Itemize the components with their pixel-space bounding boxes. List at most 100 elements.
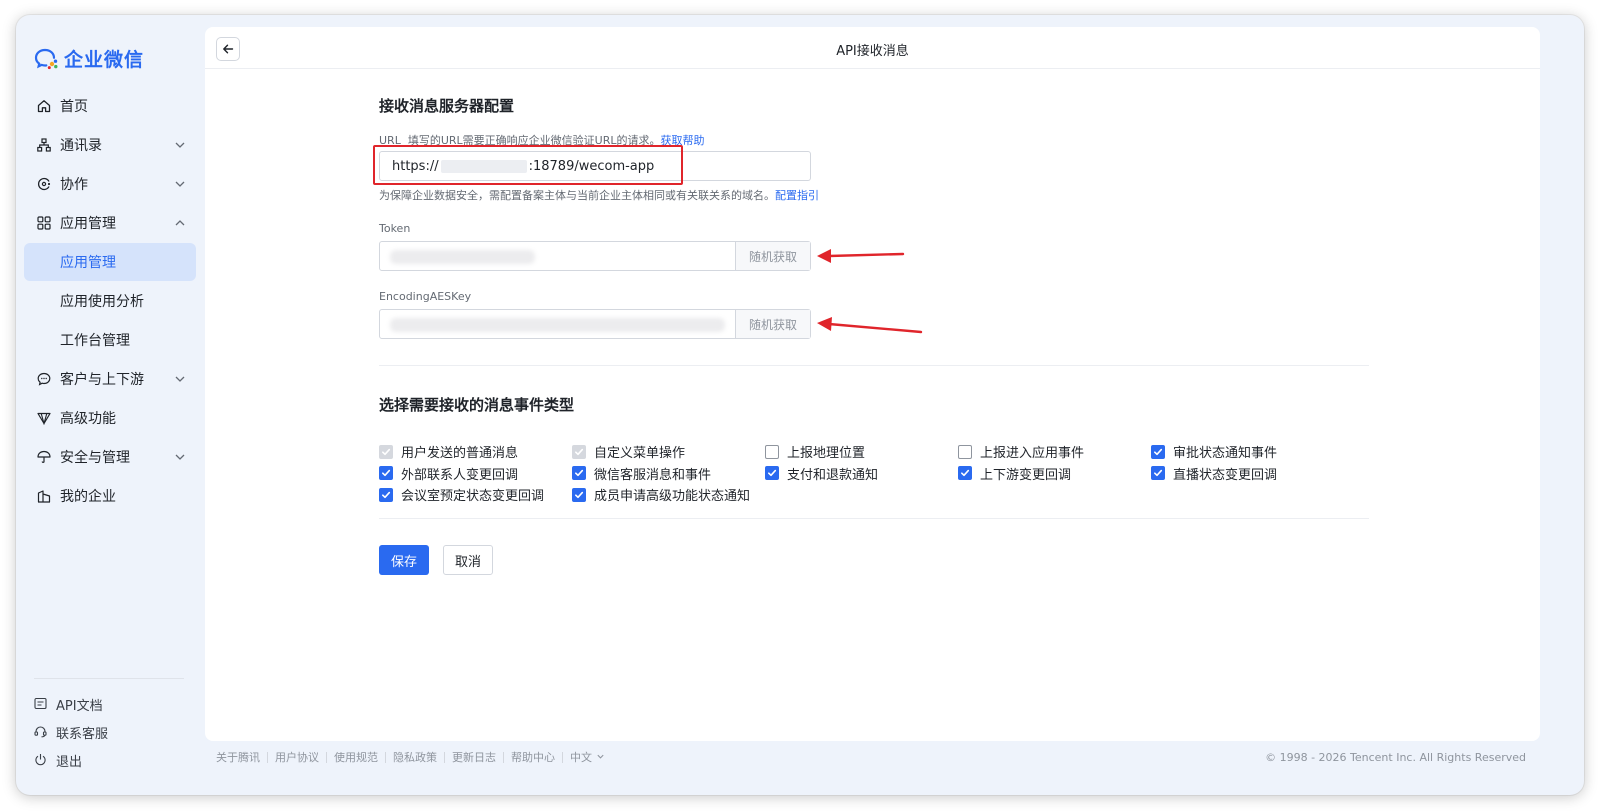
chevron-down-icon (175, 454, 185, 460)
collab-icon (36, 176, 52, 192)
event-checkbox[interactable]: 上下游变更回调 (958, 464, 1071, 483)
url-hint: 为保障企业数据安全，需配置备案主体与当前企业主体相同或有关联关系的域名。配置指引 (379, 187, 819, 203)
brand-logo[interactable]: 企业微信 (34, 45, 144, 72)
event-checkbox-label: 成员申请高级功能状态通知 (594, 489, 751, 504)
token-blurred-value (390, 250, 535, 264)
aes-key-blurred-value (390, 318, 725, 332)
event-checkbox[interactable]: 审批状态通知事件 (1151, 442, 1277, 461)
diamond-icon (36, 410, 52, 426)
event-checkbox-label: 会议室预定状态变更回调 (401, 489, 545, 504)
sidebar-item-collab[interactable]: 协作 (24, 165, 196, 203)
wecom-logo-icon (34, 48, 58, 69)
bottom-link-label: API文档 (56, 698, 103, 714)
sidebar-item-label: 安全与管理 (60, 450, 130, 466)
bottom-link-label: 退出 (56, 754, 83, 770)
home-icon (36, 98, 52, 114)
sidebar-item-customers[interactable]: 客户与上下游 (24, 360, 196, 398)
aes-key-random-button[interactable]: 随机获取 (735, 310, 810, 338)
building-icon (36, 488, 52, 504)
sidebar-subitem-workbench-management[interactable]: 工作台管理 (24, 321, 196, 359)
aes-key-input[interactable]: 随机获取 (379, 309, 811, 339)
server-config-title: 接收消息服务器配置 (379, 97, 515, 115)
footer-link[interactable]: 关于腾讯 (216, 752, 267, 763)
sidebar-item-my-enterprise[interactable]: 我的企业 (24, 477, 196, 515)
config-guide-link[interactable]: 配置指引 (775, 189, 819, 202)
chevron-down-icon (175, 181, 185, 187)
sidebar-item-app-management[interactable]: 应用管理 (24, 204, 196, 242)
checkbox-checked-icon (958, 466, 972, 480)
event-checkbox-label: 上报进入应用事件 (980, 446, 1085, 461)
main-panel: API接收消息 接收消息服务器配置 URL 填写的URL需要正确响应企业微信验证… (205, 27, 1540, 741)
url-highlight-box (373, 145, 683, 185)
sidebar-item-security[interactable]: 安全与管理 (24, 438, 196, 476)
event-checkbox[interactable]: 上报进入应用事件 (958, 442, 1084, 461)
brand-name: 企业微信 (64, 49, 145, 71)
event-checkbox-label: 自定义菜单操作 (594, 446, 686, 461)
token-input[interactable]: 随机获取 (379, 241, 811, 271)
event-checkbox-label: 直播状态变更回调 (1173, 467, 1278, 483)
sidebar-nav: 首页 通讯录 协作 应用管理 应用管理 应用使用分析 工作台管理 客户与上下游 … (24, 87, 196, 516)
sidebar-item-contacts[interactable]: 通讯录 (24, 126, 196, 164)
checkbox-checked-icon (765, 466, 779, 480)
checkbox-checked-icon (572, 444, 586, 459)
footer-link[interactable]: 帮助中心 (503, 752, 562, 763)
event-checkbox[interactable]: 直播状态变更回调 (1151, 464, 1277, 483)
event-checkbox[interactable]: 成员申请高级功能状态通知 (572, 485, 750, 504)
sidebar-item-label: 首页 (60, 99, 88, 115)
token-random-button[interactable]: 随机获取 (735, 242, 810, 270)
chat-icon (36, 371, 52, 387)
event-checkbox[interactable]: 微信客服消息和事件 (572, 464, 711, 483)
sidebar-item-label: 应用管理 (60, 216, 116, 232)
bottom-link-label: 联系客服 (56, 726, 109, 742)
grid-icon (36, 215, 52, 231)
org-icon (36, 137, 52, 153)
copyright: © 1998 - 2026 Tencent Inc. All Rights Re… (1265, 751, 1526, 764)
footer-link[interactable]: 隐私政策 (385, 752, 444, 763)
event-checkbox-label: 审批状态通知事件 (1173, 446, 1278, 461)
event-checkbox: 用户发送的普通消息 (379, 442, 518, 461)
footer-link[interactable]: 使用规范 (326, 752, 385, 763)
event-checkbox[interactable]: 上报地理位置 (765, 442, 865, 461)
checkbox-empty-icon (958, 444, 972, 459)
app-window: 企业微信 首页 通讯录 协作 应用管理 应用管理 应用使用分析 工作台管理 客户… (16, 15, 1584, 795)
event-checkbox[interactable]: 会议室预定状态变更回调 (379, 485, 544, 504)
sidebar-item-label: 我的企业 (60, 489, 116, 505)
umbrella-icon (36, 449, 52, 465)
sidebar-item-label: 应用使用分析 (60, 294, 144, 310)
footer-link[interactable]: 用户协议 (267, 752, 326, 763)
footer-links: 关于腾讯 用户协议 使用规范 隐私政策 更新日志 帮助中心 中文 (216, 751, 605, 764)
sidebar-bottom-links: API文档 联系客服 退出 (34, 690, 108, 774)
token-label: Token (379, 222, 411, 235)
sidebar-item-advanced[interactable]: 高级功能 (24, 399, 196, 437)
checkbox-checked-icon (379, 487, 393, 502)
checkbox-checked-icon (1151, 444, 1165, 459)
sidebar-subitem-app-management[interactable]: 应用管理 (24, 243, 196, 281)
event-checkbox[interactable]: 外部联系人变更回调 (379, 464, 518, 483)
checkbox-checked-icon (1151, 466, 1165, 480)
sidebar: 企业微信 首页 通讯录 协作 应用管理 应用管理 应用使用分析 工作台管理 客户… (16, 15, 206, 795)
checkbox-checked-icon (379, 444, 393, 459)
sidebar-subitem-app-usage-analysis[interactable]: 应用使用分析 (24, 282, 196, 320)
section-divider (379, 518, 1369, 519)
event-checkbox: 自定义菜单操作 (572, 442, 685, 461)
footer-link[interactable]: 中文 (562, 752, 599, 763)
sidebar-item-home[interactable]: 首页 (24, 87, 196, 125)
checkbox-checked-icon (379, 466, 393, 480)
logout-link[interactable]: 退出 (34, 746, 108, 774)
save-button[interactable]: 保存 (379, 545, 429, 575)
event-checkbox-label: 微信客服消息和事件 (594, 467, 712, 483)
page-title: API接收消息 (836, 44, 909, 59)
event-checkbox-label: 上报地理位置 (787, 446, 866, 461)
footer-link[interactable]: 更新日志 (444, 752, 503, 763)
chevron-down-icon[interactable] (596, 751, 605, 764)
event-checkbox[interactable]: 支付和退款通知 (765, 464, 878, 483)
sidebar-item-label: 高级功能 (60, 411, 116, 427)
contact-support-link[interactable]: 联系客服 (34, 718, 108, 746)
chevron-down-icon (175, 142, 185, 148)
section-divider (379, 365, 1369, 366)
sidebar-item-label: 协作 (60, 177, 88, 193)
cancel-button[interactable]: 取消 (443, 545, 493, 575)
api-docs-link[interactable]: API文档 (34, 690, 108, 718)
chevron-up-icon (175, 220, 185, 226)
event-checkbox-label: 用户发送的普通消息 (401, 446, 519, 461)
